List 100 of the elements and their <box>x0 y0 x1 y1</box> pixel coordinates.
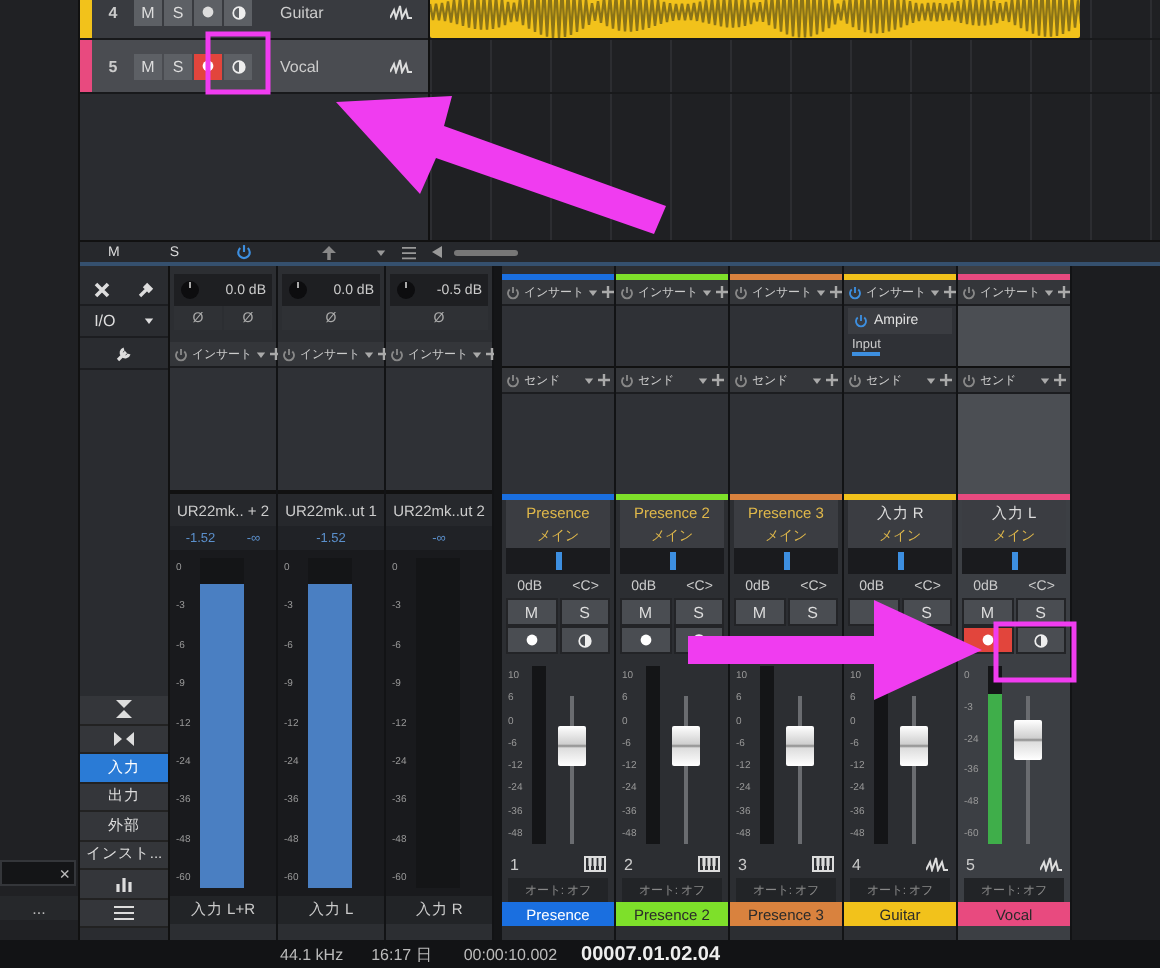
add-icon[interactable] <box>598 374 610 386</box>
clear-button[interactable]: × <box>59 862 70 884</box>
scrollbar-thumb[interactable] <box>453 249 518 255</box>
gain-knob[interactable] <box>288 280 308 300</box>
power-icon[interactable] <box>506 285 520 299</box>
caret-icon[interactable] <box>1044 287 1054 297</box>
power-icon[interactable] <box>962 285 976 299</box>
power-icon[interactable] <box>848 373 862 387</box>
keyboard-icon <box>812 856 834 872</box>
add-icon[interactable] <box>602 286 614 298</box>
filter-field[interactable]: × <box>0 860 76 886</box>
monitor-button[interactable] <box>1015 626 1066 654</box>
mute-button[interactable]: M <box>506 598 557 626</box>
more-button[interactable]: ... <box>0 896 78 920</box>
waveform-icon <box>390 4 412 20</box>
record-dot-icon <box>525 634 538 646</box>
fader-cap[interactable] <box>558 726 586 767</box>
add-icon[interactable] <box>944 286 956 298</box>
add-icon[interactable] <box>826 374 838 386</box>
solo-button[interactable]: S <box>559 598 610 626</box>
close-icon[interactable] <box>94 281 110 297</box>
power-icon[interactable] <box>174 347 188 361</box>
caret-icon[interactable] <box>812 375 822 385</box>
pan-slider[interactable] <box>962 548 1066 574</box>
monitor-icon <box>231 5 245 19</box>
mute-button[interactable]: M <box>962 598 1013 626</box>
mute-button[interactable]: M <box>134 53 162 79</box>
power-icon[interactable] <box>235 244 252 260</box>
meter-view-button[interactable] <box>80 870 168 899</box>
caret-icon[interactable] <box>364 349 374 359</box>
caret-icon[interactable] <box>584 375 594 385</box>
audio-clip[interactable] <box>430 0 1080 38</box>
power-icon[interactable] <box>854 314 868 328</box>
wrench-icon[interactable] <box>116 345 132 361</box>
add-icon[interactable] <box>830 286 842 298</box>
caret-icon[interactable] <box>472 349 482 359</box>
track-header[interactable]: 5 M S Vocal <box>80 40 428 94</box>
caret-icon[interactable] <box>926 375 936 385</box>
up-arrow-icon[interactable] <box>321 245 336 259</box>
pan-slider[interactable] <box>734 548 838 574</box>
fader-cap[interactable] <box>900 726 928 767</box>
volume-fader[interactable] <box>786 696 814 844</box>
add-icon[interactable] <box>716 286 728 298</box>
add-icon[interactable] <box>712 374 724 386</box>
list-view-button[interactable] <box>80 899 168 928</box>
record-button[interactable] <box>506 626 557 654</box>
caret-icon[interactable] <box>698 375 708 385</box>
power-icon[interactable] <box>390 347 404 361</box>
volume-fader[interactable] <box>558 696 586 844</box>
add-icon[interactable] <box>1058 286 1070 298</box>
fader-cap[interactable] <box>1014 719 1042 760</box>
caret-icon[interactable] <box>1040 375 1050 385</box>
solo-button[interactable]: S <box>164 53 192 79</box>
caret-icon[interactable] <box>375 247 386 257</box>
monitor-button[interactable] <box>559 626 610 654</box>
record-button[interactable] <box>620 626 671 654</box>
power-icon[interactable] <box>734 285 748 299</box>
gain-knob[interactable] <box>180 280 200 300</box>
caret-icon[interactable] <box>588 287 598 297</box>
mute-button[interactable]: M <box>134 0 162 25</box>
monitor-button[interactable] <box>224 53 252 79</box>
fader-cap[interactable] <box>672 726 700 767</box>
solo-button[interactable]: S <box>787 598 838 626</box>
power-icon[interactable] <box>848 285 862 299</box>
expand-icon <box>114 731 134 746</box>
caret-icon[interactable] <box>256 349 266 359</box>
mute-button[interactable]: M <box>620 598 671 626</box>
caret-icon[interactable] <box>816 287 826 297</box>
track-header[interactable]: 4 M S Guitar <box>80 0 428 40</box>
menu-icon[interactable] <box>401 245 416 259</box>
caret-icon[interactable] <box>930 287 940 297</box>
power-icon[interactable] <box>734 373 748 387</box>
time-position: 00:00:10.002 <box>463 945 558 963</box>
fader-cap[interactable] <box>786 726 814 767</box>
volume-fader[interactable] <box>1014 696 1042 844</box>
collapse-button[interactable] <box>80 696 168 725</box>
add-icon[interactable] <box>1054 374 1066 386</box>
power-icon[interactable] <box>506 373 520 387</box>
pin-icon[interactable] <box>138 281 154 297</box>
solo-button[interactable]: S <box>164 0 192 25</box>
waveform-icon <box>390 58 412 74</box>
left-caret-icon[interactable] <box>431 246 442 258</box>
power-icon[interactable] <box>620 373 634 387</box>
power-icon[interactable] <box>282 347 296 361</box>
power-icon[interactable] <box>620 285 634 299</box>
caret-icon[interactable] <box>143 316 154 326</box>
solo-button[interactable]: S <box>673 598 724 626</box>
track-name: Guitar <box>280 3 324 21</box>
volume-fader[interactable] <box>672 696 700 844</box>
volume-fader[interactable] <box>900 696 928 844</box>
add-icon[interactable] <box>940 374 952 386</box>
mute-button[interactable]: M <box>734 598 785 626</box>
pan-slider[interactable] <box>620 548 724 574</box>
io-button[interactable]: I/O <box>94 312 116 330</box>
pan-slider[interactable] <box>506 548 610 574</box>
gain-knob[interactable] <box>396 280 416 300</box>
power-icon[interactable] <box>962 373 976 387</box>
expand-button[interactable] <box>80 725 168 754</box>
caret-icon[interactable] <box>702 287 712 297</box>
pan-slider[interactable] <box>848 548 952 574</box>
